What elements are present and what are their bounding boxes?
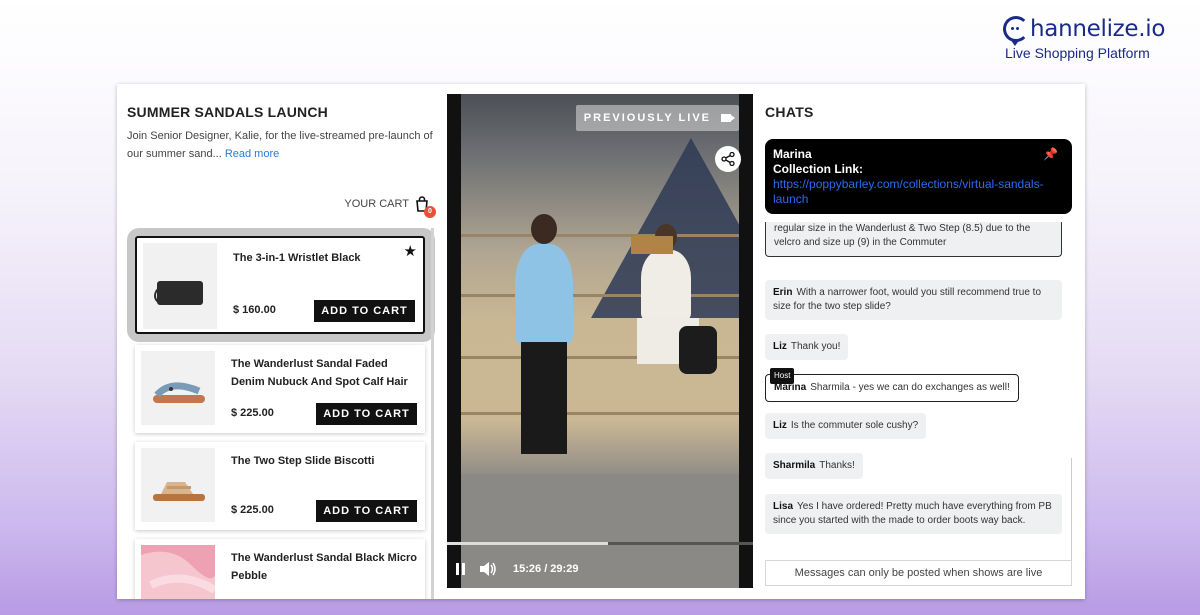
message-text: regular size in the Wanderlust & Two Ste… [774, 223, 1031, 248]
shopping-bag-icon: 0 [415, 196, 436, 218]
product-price: $ 225.00 [231, 504, 274, 516]
product-card-wanderlust-denim[interactable]: The Wanderlust Sandal Faded Denim Nubuck… [135, 345, 425, 433]
your-cart-button[interactable]: YOUR CART 0 [344, 196, 436, 218]
pinned-label: Collection Link: [773, 162, 863, 176]
pin-icon: 📌 [1043, 147, 1058, 161]
message-author: Lisa [773, 501, 794, 512]
product-price: $ 225.00 [231, 407, 274, 419]
share-button[interactable] [715, 146, 741, 172]
add-to-cart-button[interactable]: ADD TO CART [316, 403, 417, 425]
product-card-wristlet[interactable]: The 3-in-1 Wristlet Black ★ $ 160.00 ADD… [127, 228, 435, 342]
show-title: SUMMER SANDALS LAUNCH [127, 104, 328, 120]
video-frame [461, 94, 739, 588]
chat-message: Lisa Yes I have ordered! Pretty much have… [765, 494, 1062, 534]
product-card-two-step-biscotti[interactable]: The Two Step Slide Biscotti $ 225.00 ADD… [135, 442, 425, 530]
message-text: Sharmila - yes we can do exchanges as we… [810, 382, 1010, 393]
video-player[interactable]: PREVIOUSLY LIVE 15:26 / 29:29 [447, 94, 753, 588]
message-text: Thank you! [790, 341, 841, 352]
show-description: Join Senior Designer, Kalie, for the liv… [127, 127, 437, 163]
product-name: The Wanderlust Sandal Faded Denim Nubuck… [231, 358, 408, 388]
pause-icon[interactable] [455, 562, 467, 576]
host-tag: Host [770, 368, 795, 384]
pinned-author: Marina [773, 147, 812, 161]
video-time: 15:26 / 29:29 [513, 563, 579, 575]
chat-message: Liz Thank you! [765, 334, 849, 360]
message-author: Liz [773, 420, 787, 431]
chat-scrollbar[interactable] [1071, 458, 1072, 560]
share-icon [721, 152, 735, 166]
collection-link[interactable]: https://poppybarley.com/collections/virt… [773, 177, 1044, 206]
brand-tagline: Live Shopping Platform [1005, 45, 1150, 61]
chats-title: CHATS [765, 104, 814, 120]
product-image-wristlet [143, 243, 217, 329]
video-progress-fill [447, 542, 608, 545]
chat-messages[interactable]: regular size in the Wanderlust & Two Ste… [765, 222, 1072, 560]
cart-label: YOUR CART [344, 198, 409, 210]
previously-live-label: PREVIOUSLY LIVE [583, 112, 711, 124]
chat-message: Erin With a narrower foot, would you stil… [765, 280, 1062, 320]
volume-icon[interactable] [479, 561, 497, 577]
message-author: Liz [773, 341, 787, 352]
add-to-cart-button[interactable]: ADD TO CART [316, 500, 417, 522]
previously-live-badge: PREVIOUSLY LIVE [575, 105, 739, 131]
message-text: With a narrower foot, would you still re… [773, 287, 1041, 312]
product-name: The Wanderlust Sandal Black Micro Pebble [231, 552, 418, 582]
brand-name: hannelize.io [1030, 16, 1166, 42]
add-to-cart-button[interactable]: ADD TO CART [314, 300, 415, 322]
chat-message: Liz Is the commuter sole cushy? [765, 413, 927, 439]
chat-message-host: Host Marina Sharmila - yes we can do exch… [765, 368, 1019, 402]
message-text: Yes I have ordered! Pretty much have eve… [773, 501, 1052, 526]
chat-message: regular size in the Wanderlust & Two Ste… [765, 222, 1062, 257]
pinned-message: Marina Collection Link: https://poppybar… [765, 139, 1072, 214]
chat-disabled-notice: Messages can only be posted when shows a… [765, 560, 1072, 586]
description-text: Join Senior Designer, Kalie, for the liv… [127, 130, 433, 160]
read-more-link[interactable]: Read more [225, 148, 279, 160]
product-image-wanderlust-denim [141, 351, 215, 425]
message-author: Sharmila [773, 460, 816, 471]
video-camera-icon [721, 114, 731, 122]
product-list-scrollbar[interactable] [431, 228, 434, 599]
video-controls: 15:26 / 29:29 [447, 550, 753, 588]
message-text: Is the commuter sole cushy? [790, 420, 919, 431]
live-shopping-widget: SUMMER SANDALS LAUNCH Join Senior Design… [117, 84, 1085, 599]
product-image-two-step-biscotti [141, 448, 215, 522]
chat-message: Sharmila Thanks! [765, 453, 863, 479]
product-name: The Two Step Slide Biscotti [231, 455, 375, 467]
chat-panel: CHATS Marina Collection Link: https://po… [765, 84, 1075, 599]
product-name: The 3-in-1 Wristlet Black [233, 252, 361, 264]
chat-bubble-logo-icon [1003, 16, 1029, 46]
video-progress-bar[interactable] [447, 542, 753, 545]
cart-count-badge: 0 [424, 206, 436, 218]
product-card-wanderlust-black[interactable]: The Wanderlust Sandal Black Micro Pebble [135, 539, 425, 599]
product-image-wanderlust-black [141, 545, 215, 599]
product-panel: SUMMER SANDALS LAUNCH Join Senior Design… [117, 84, 447, 599]
channelize-logo: hannelize.io Live Shopping Platform [1003, 16, 1193, 61]
product-list[interactable]: The 3-in-1 Wristlet Black ★ $ 160.00 ADD… [127, 228, 435, 599]
product-price: $ 160.00 [233, 304, 276, 316]
message-author: Erin [773, 287, 793, 298]
star-icon[interactable]: ★ [404, 242, 417, 260]
message-text: Thanks! [819, 460, 855, 471]
